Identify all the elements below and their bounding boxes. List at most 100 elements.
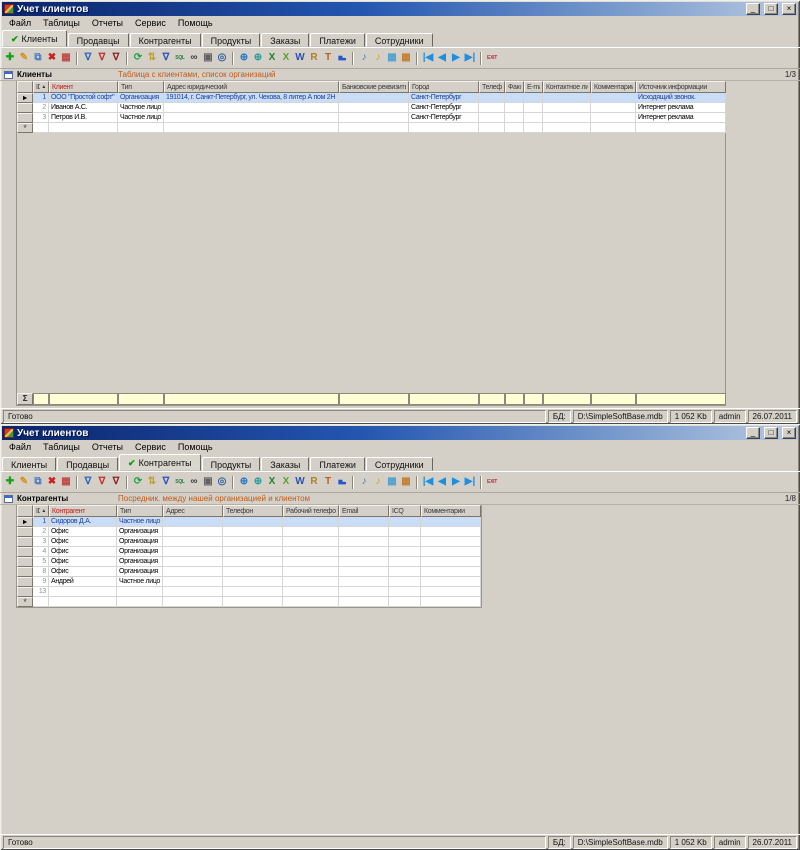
nav-next-icon[interactable]: ▶ [449,50,463,66]
grid-cell[interactable] [389,567,421,577]
note-icon[interactable]: ♪ [357,474,371,490]
grid-cell[interactable]: Иванов А.С. [49,103,118,113]
grid-cell[interactable] [591,103,636,113]
menu-item[interactable]: Помощь [172,442,219,452]
grid-cell[interactable] [339,517,389,527]
sum-cell[interactable] [339,393,409,405]
delete-set-icon[interactable]: ▦ [59,50,73,66]
grid-cell[interactable] [339,103,409,113]
grid-cell[interactable] [223,597,283,607]
grid-cell[interactable]: Санкт-Петербург [409,113,479,123]
grid-cell[interactable] [389,527,421,537]
grid-cell[interactable]: Офис [49,537,117,547]
grid-cell[interactable] [49,123,118,133]
grid-cell[interactable] [421,577,481,587]
grid-cell[interactable] [479,123,505,133]
grid-row[interactable]: ►1Сидоров Д.А.Частное лицо [17,517,481,527]
find-icon[interactable]: ∞ [187,50,201,66]
grid-cell[interactable] [223,567,283,577]
grid-cell[interactable]: Санкт-Петербург [409,103,479,113]
grid-cell[interactable] [49,597,117,607]
copy-record-icon[interactable]: ⧉ [31,50,45,66]
grid-cell[interactable]: Петров И.В. [49,113,118,123]
edit-record-icon[interactable]: ✎ [17,474,31,490]
sum-cell[interactable] [33,393,49,405]
grid-cell[interactable] [339,567,389,577]
menu-item[interactable]: Помощь [172,18,219,28]
grid-cell[interactable]: 3 [33,537,49,547]
reminder-icon[interactable]: ♪ [371,50,385,66]
grid-cell[interactable] [283,517,339,527]
delete-record-icon[interactable]: ✖ [45,474,59,490]
close-button[interactable]: × [782,3,796,15]
grid-cell[interactable] [223,587,283,597]
nav-first-icon[interactable]: |◀ [421,474,435,490]
tab[interactable]: Продавцы [57,457,118,471]
grid-row[interactable]: 3Петров И.В.Частное лицоСанкт-ПетербургИ… [17,113,725,123]
sum-cell[interactable] [636,393,726,405]
grid-cell[interactable]: 1 [33,517,49,527]
tab[interactable]: Заказы [261,33,309,47]
export-excel-icon[interactable]: X [265,50,279,66]
menu-item[interactable]: Сервис [129,18,172,28]
column-header[interactable]: Факс [505,81,524,93]
grid-cell[interactable] [283,577,339,587]
grid-cell[interactable] [421,587,481,597]
form-edit-icon[interactable]: ▦ [399,474,413,490]
grid-cell[interactable] [389,577,421,587]
grid-cell[interactable] [421,537,481,547]
sum-cell[interactable] [49,393,118,405]
grid-cell[interactable] [163,517,223,527]
sort-icon[interactable]: ⇅ [145,474,159,490]
add-record-icon[interactable]: ✚ [3,474,17,490]
grid-cell[interactable]: Офис [49,527,117,537]
grid-cell[interactable]: 9 [33,577,49,587]
grid-cell[interactable] [223,577,283,587]
grid-cell[interactable] [33,123,49,133]
grid-cell[interactable] [636,123,726,133]
grid-row[interactable]: 5ОфисОрганизация [17,557,481,567]
grid-cell[interactable] [524,93,543,103]
nav-next-icon[interactable]: ▶ [449,474,463,490]
grid-cell[interactable] [339,557,389,567]
nav-prev-icon[interactable]: ◀ [435,474,449,490]
grid-cell[interactable] [543,93,591,103]
filter-clear-icon[interactable]: ∇ [109,474,123,490]
tab[interactable]: Продавцы [68,33,129,47]
grid-cell[interactable] [421,527,481,537]
grid-cell[interactable] [543,123,591,133]
maximize-button[interactable]: □ [764,3,778,15]
refresh-icon[interactable]: ⟳ [131,50,145,66]
grid-new-row[interactable]: * [17,123,725,133]
grid-cell[interactable]: 4 [33,547,49,557]
grid-cell[interactable]: Организация [117,537,163,547]
note-icon[interactable]: ♪ [357,50,371,66]
grid-cell[interactable] [339,93,409,103]
sql-filter-icon[interactable]: SQL [173,474,187,490]
edit-record-icon[interactable]: ✎ [17,50,31,66]
grid-cell[interactable]: 13 [33,587,49,597]
export-xml-icon[interactable]: ⊕ [251,50,265,66]
export-rtf-icon[interactable]: R [307,474,321,490]
export-word-icon[interactable]: W [293,50,307,66]
grid-row[interactable]: 2ОфисОрганизация [17,527,481,537]
reminder-icon[interactable]: ♪ [371,474,385,490]
grid-cell[interactable] [163,587,223,597]
grid-cell[interactable] [505,103,524,113]
maximize-button[interactable]: □ [764,427,778,439]
print-icon[interactable]: ▣ [201,474,215,490]
grid-cell[interactable] [524,123,543,133]
sum-cell[interactable] [164,393,339,405]
column-header[interactable]: Комментарии [591,81,636,93]
grid-cell[interactable]: 191014, г. Санкт-Петербург, ул. Чехова, … [164,93,339,103]
grid-cell[interactable] [283,547,339,557]
tab[interactable]: Заказы [261,457,309,471]
grid-cell[interactable]: Офис [49,547,117,557]
delete-set-icon[interactable]: ▦ [59,474,73,490]
grid-cell[interactable] [389,587,421,597]
column-header[interactable]: Источник информации [636,81,726,93]
grid-cell[interactable] [163,557,223,567]
delete-record-icon[interactable]: ✖ [45,50,59,66]
tab[interactable]: Сотрудники [366,33,433,47]
grid-cell[interactable] [223,517,283,527]
